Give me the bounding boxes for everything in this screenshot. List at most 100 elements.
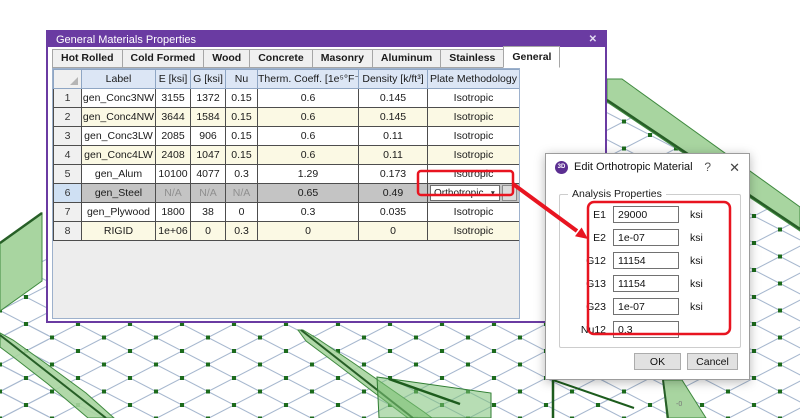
cell-e[interactable]: 1800 (156, 203, 191, 222)
tab-masonry[interactable]: Masonry (312, 49, 373, 68)
nu12-input[interactable] (613, 321, 679, 338)
cell-label[interactable]: gen_Steel (82, 184, 156, 203)
column-header-density[interactable]: Density [k/ft³] (359, 70, 428, 89)
column-header-g[interactable]: G [ksi] (191, 70, 226, 89)
cell-therm[interactable]: 0 (258, 222, 359, 241)
row-number[interactable]: 1 (54, 89, 82, 108)
g13-input[interactable] (613, 275, 679, 292)
tab-wood[interactable]: Wood (203, 49, 250, 68)
cell-density[interactable]: 0.173 (359, 165, 428, 184)
field-label-g12: G12 (560, 255, 606, 267)
cell-e[interactable]: 1e+06 (156, 222, 191, 241)
cell-density[interactable]: 0.145 (359, 108, 428, 127)
row-number[interactable]: 8 (54, 222, 82, 241)
cell-label[interactable]: gen_Alum (82, 165, 156, 184)
tab-general[interactable]: General (503, 46, 560, 68)
cell-plate[interactable]: Isotropic (428, 146, 520, 165)
cell-label[interactable]: gen_Conc4NW (82, 108, 156, 127)
cell-nu[interactable]: 0.15 (226, 89, 258, 108)
cell-therm[interactable]: 0.6 (258, 146, 359, 165)
cell-plate[interactable]: Isotropic (428, 203, 520, 222)
cell-therm[interactable]: 0.3 (258, 203, 359, 222)
cell-plate[interactable]: Isotropic (428, 127, 520, 146)
cell-therm[interactable]: 0.6 (258, 108, 359, 127)
cell-g[interactable]: 1372 (191, 89, 226, 108)
dialog-titlebar[interactable]: 3D Edit Orthotropic Material ? ✕ (546, 154, 749, 180)
g12-input[interactable] (613, 252, 679, 269)
cell-density[interactable]: 0.11 (359, 127, 428, 146)
row-number[interactable]: 7 (54, 203, 82, 222)
plate-methodology-dropdown[interactable]: Orthotropic ▼ (430, 185, 500, 201)
cell-nu[interactable]: 0.15 (226, 146, 258, 165)
edit-material-button[interactable]: … (502, 185, 517, 201)
column-header-label[interactable]: Label (82, 70, 156, 89)
cell-e[interactable]: 3155 (156, 89, 191, 108)
cell-label[interactable]: gen_Conc3NW (82, 89, 156, 108)
cell-plate[interactable]: Isotropic (428, 89, 520, 108)
cell-plate[interactable]: Isotropic (428, 165, 520, 184)
cell-density[interactable]: 0 (359, 222, 428, 241)
g23-input[interactable] (613, 298, 679, 315)
select-all-corner[interactable] (54, 70, 82, 89)
cell-density[interactable]: 0.145 (359, 89, 428, 108)
cell-e[interactable]: 3644 (156, 108, 191, 127)
cell-label[interactable]: gen_Plywood (82, 203, 156, 222)
cell-therm[interactable]: 1.29 (258, 165, 359, 184)
row-number[interactable]: 3 (54, 127, 82, 146)
cell-density[interactable]: 0.035 (359, 203, 428, 222)
cell-label[interactable]: gen_Conc3LW (82, 127, 156, 146)
column-header-therm[interactable]: Therm. Coeff. [1e⁵°F⁻¹] (258, 70, 359, 89)
cell-density[interactable]: 0.11 (359, 146, 428, 165)
cell-nu[interactable]: 0.3 (226, 165, 258, 184)
close-icon[interactable]: ✕ (729, 161, 740, 174)
materials-table: Label E [ksi] G [ksi] Nu Therm. Coeff. [… (53, 69, 520, 241)
e1-input[interactable] (613, 206, 679, 223)
column-header-nu[interactable]: Nu (226, 70, 258, 89)
cell-density[interactable]: 0.49 (359, 184, 428, 203)
app-3d-icon: 3D (555, 161, 568, 174)
cell-label[interactable]: RIGID (82, 222, 156, 241)
cell-nu[interactable]: 0.3 (226, 222, 258, 241)
cell-g[interactable]: N/A (191, 184, 226, 203)
cell-nu[interactable]: 0.15 (226, 127, 258, 146)
cell-g[interactable]: 1047 (191, 146, 226, 165)
cell-e[interactable]: 10100 (156, 165, 191, 184)
row-number[interactable]: 4 (54, 146, 82, 165)
cell-plate[interactable]: Isotropic (428, 222, 520, 241)
analysis-properties-group: Analysis Properties E1 ksi E2 ksi G12 ks… (559, 194, 741, 348)
cell-therm[interactable]: 0.65 (258, 184, 359, 203)
cell-nu[interactable]: N/A (226, 184, 258, 203)
cell-nu[interactable]: 0 (226, 203, 258, 222)
row-number[interactable]: 5 (54, 165, 82, 184)
cell-label[interactable]: gen_Conc4LW (82, 146, 156, 165)
row-number[interactable]: 6 (54, 184, 82, 203)
close-icon[interactable]: ✕ (589, 35, 597, 45)
cell-g[interactable]: 0 (191, 222, 226, 241)
tab-hot-rolled[interactable]: Hot Rolled (52, 49, 123, 68)
tab-aluminum[interactable]: Aluminum (372, 49, 441, 68)
cell-e[interactable]: 2408 (156, 146, 191, 165)
ok-button[interactable]: OK (634, 353, 681, 370)
cell-plate[interactable]: Isotropic (428, 108, 520, 127)
field-unit-g12: ksi (690, 255, 703, 267)
help-button[interactable]: ? (704, 160, 711, 174)
cell-e[interactable]: 2085 (156, 127, 191, 146)
field-unit-e2: ksi (690, 232, 703, 244)
cell-g[interactable]: 4077 (191, 165, 226, 184)
cell-therm[interactable]: 0.6 (258, 89, 359, 108)
tab-stainless[interactable]: Stainless (440, 49, 504, 68)
cell-g[interactable]: 1584 (191, 108, 226, 127)
cancel-button[interactable]: Cancel (687, 353, 738, 370)
cell-e[interactable]: N/A (156, 184, 191, 203)
cell-g[interactable]: 38 (191, 203, 226, 222)
tab-concrete[interactable]: Concrete (249, 49, 313, 68)
tab-cold-formed[interactable]: Cold Formed (122, 49, 205, 68)
cell-g[interactable]: 906 (191, 127, 226, 146)
dialog-titlebar[interactable]: General Materials Properties ✕ (48, 32, 605, 47)
row-number[interactable]: 2 (54, 108, 82, 127)
cell-nu[interactable]: 0.15 (226, 108, 258, 127)
column-header-e[interactable]: E [ksi] (156, 70, 191, 89)
e2-input[interactable] (613, 229, 679, 246)
column-header-plate[interactable]: Plate Methodology (428, 70, 520, 89)
cell-therm[interactable]: 0.6 (258, 127, 359, 146)
